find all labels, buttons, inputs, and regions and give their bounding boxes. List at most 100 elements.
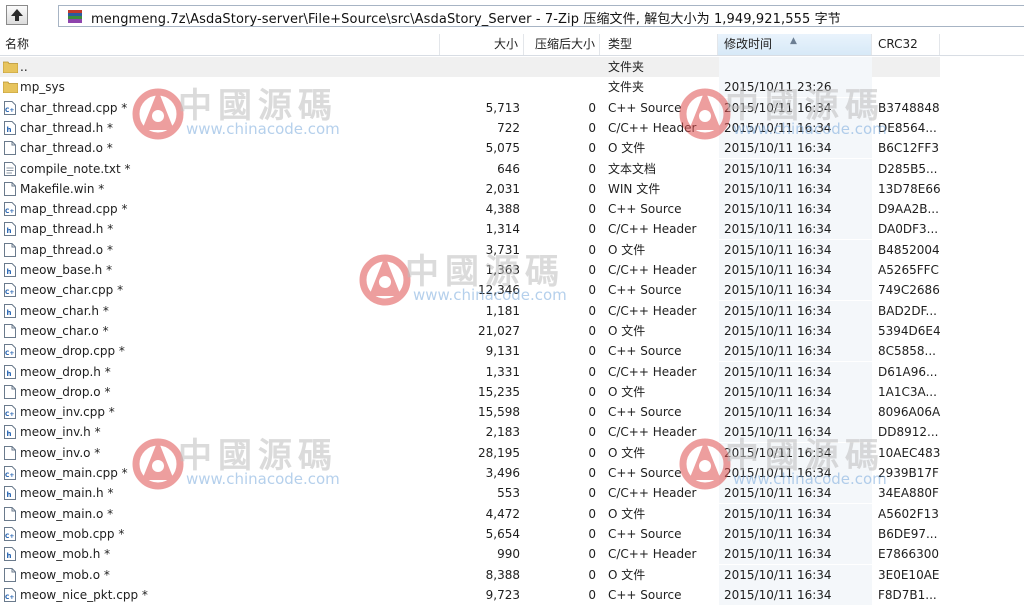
svg-text:C+: C+ [5,107,14,114]
file-packed-size: 0 [588,222,596,237]
file-size: 1,314 [485,222,520,237]
file-size: 9,723 [485,587,520,602]
file-name: meow_char.cpp * [20,283,124,298]
file-crc: DD8912... [878,425,939,440]
file-row[interactable]: meow_main.o * 4,472 0 O 文件 2015/10/11 16:34 A… [0,503,940,524]
file-row[interactable]: .. 文件夹 [0,57,940,77]
file-row[interactable]: C+ meow_char.cpp * 12,346 0 C++ Source 2015/1… [0,280,940,301]
file-row[interactable]: h meow_mob.h * 990 0 C/C++ Header 2015/10/11 … [0,544,940,565]
file-row[interactable]: char_thread.o * 5,075 0 O 文件 2015/10/11 16:3… [0,138,940,159]
column-size[interactable]: 大小 [440,34,524,55]
file-row[interactable]: C+ map_thread.cpp * 4,388 0 C++ Source 2015/1… [0,199,940,220]
file-size: 9,131 [485,344,520,359]
file-size: 553 [497,486,520,501]
file-size: 3,731 [485,242,520,257]
column-modified[interactable]: ▲ 修改时间 [718,34,872,55]
file-modified: 2015/10/11 16:34 [719,523,872,544]
file-packed-size: 0 [588,425,596,440]
file-size: 12,346 [478,283,520,298]
file-type: C/C++ Header [608,547,697,562]
column-type[interactable]: 类型 [600,34,718,55]
svg-text:h: h [7,126,12,134]
file-row[interactable]: mp_sys 文件夹 2015/10/11 23:26 [0,77,940,98]
file-size: 5,654 [485,526,520,541]
up-folder-button[interactable] [6,5,28,25]
file-name: meow_mob.h * [20,547,111,562]
file-row[interactable]: h map_thread.h * 1,314 0 C/C++ Header 2015/10… [0,219,940,240]
column-header: 名称 大小 压缩后大小 类型 ▲ 修改时间 CRC32 [0,34,1024,56]
file-row[interactable]: C+ meow_nice_pkt.cpp * 9,723 0 C++ Source 201… [0,584,940,605]
file-name: meow_mob.o * [20,567,110,582]
file-type: C/C++ Header [608,425,697,440]
file-name: map_thread.cpp * [20,202,128,217]
file-crc: A5602F13 [878,506,939,521]
file-size: 4,472 [485,506,520,521]
file-type: 文件夹 [608,60,645,74]
file-row[interactable]: meow_drop.o * 15,235 0 O 文件 2015/10/11 16:34… [0,381,940,402]
file-name: Makefile.win * [20,181,105,196]
file-modified: 2015/10/11 16:34 [719,138,872,159]
file-type: C++ Source [608,526,682,541]
file-type: C++ Source [608,100,682,115]
file-packed-size: 0 [588,181,596,196]
file-type: C++ Source [608,405,682,420]
file-row[interactable]: h meow_char.h * 1,181 0 C/C++ Header 2015/10/… [0,300,940,321]
file-modified: 2015/10/11 16:34 [719,178,872,199]
file-modified: 2015/10/11 16:34 [719,544,872,565]
column-packed-label: 压缩后大小 [534,37,595,51]
file-row[interactable]: C+ char_thread.cpp * 5,713 0 C++ Source 2015/… [0,97,940,118]
file-name: meow_drop.h * [20,364,111,379]
file-packed-size: 0 [588,141,596,156]
file-modified: 2015/10/11 16:34 [719,584,872,605]
file-crc: DE8564... [878,120,937,135]
svg-text:h: h [7,491,12,499]
svg-text:h: h [7,370,12,378]
file-row[interactable]: meow_inv.o * 28,195 0 O 文件 2015/10/11 16:34 1… [0,442,940,463]
file-row[interactable]: C+ meow_drop.cpp * 9,131 0 C++ Source 2015/10… [0,341,940,362]
file-packed-size: 0 [588,263,596,277]
path-field[interactable]: mengmeng.7z\AsdaStory-server\File+Source… [58,5,1024,27]
column-packed-size[interactable]: 压缩后大小 [524,34,600,55]
file-crc: B6C12FF3 [878,141,939,156]
file-name: char_thread.h * [20,120,114,135]
file-row[interactable]: compile_note.txt * 646 0 文本文档 2015/10/11 16:… [0,158,940,179]
file-row[interactable]: h meow_inv.h * 2,183 0 C/C++ Header 2015/10/1… [0,422,940,443]
column-crc[interactable]: CRC32 [872,34,940,55]
file-size: 5,075 [485,141,520,156]
file-modified: 2015/10/11 16:34 [719,320,872,341]
svg-text:C+: C+ [5,411,14,418]
file-size: 4,388 [485,202,520,217]
file-crc: 2939B17F [878,466,939,480]
file-size: 15,598 [478,405,520,420]
file-name: meow_main.o * [20,506,114,521]
file-size [440,57,520,77]
path-text: mengmeng.7z\AsdaStory-server\File+Source… [91,12,841,27]
file-row[interactable]: C+ meow_inv.cpp * 15,598 0 C++ Source 2015/10… [0,402,940,423]
file-packed-size: 0 [588,100,596,115]
svg-text:h: h [7,430,12,438]
file-row[interactable]: map_thread.o * 3,731 0 O 文件 2015/10/11 16:34… [0,239,940,260]
column-name[interactable]: 名称 [0,34,440,55]
svg-text:C+: C+ [5,350,14,357]
file-row[interactable]: h meow_base.h * 1,363 0 C/C++ Header 2015/10/… [0,260,940,280]
file-row[interactable]: h meow_drop.h * 1,331 0 C/C++ Header 2015/10/… [0,361,940,382]
file-packed-size: 0 [588,303,596,318]
file-row[interactable]: meow_mob.o * 8,388 0 O 文件 2015/10/11 16:34 3E… [0,564,940,585]
file-row[interactable]: h meow_main.h * 553 0 C/C++ Header 2015/10/11… [0,483,940,504]
column-name-label: 名称 [5,37,30,51]
file-packed-size: 0 [588,587,596,602]
svg-text:h: h [7,309,12,317]
file-row[interactable]: h char_thread.h * 722 0 C/C++ Header 2015/10/… [0,117,940,138]
file-size: 1,331 [485,364,520,379]
file-name: meow_mob.cpp * [20,526,125,541]
file-crc: E7866300 [878,547,940,562]
file-row[interactable]: meow_char.o * 21,027 0 O 文件 2015/10/11 16:34… [0,320,941,341]
file-row[interactable]: Makefile.win * 2,031 0 WIN 文件 2015/10/11 16:… [0,178,941,199]
file-modified: 2015/10/11 16:34 [719,199,872,220]
file-type: C/C++ Header [608,364,697,379]
file-row[interactable]: C+ meow_main.cpp * 3,496 0 C++ Source 2015/10… [0,463,940,483]
file-name: map_thread.h * [20,222,114,237]
file-row[interactable]: C+ meow_mob.cpp * 5,654 0 C++ Source 2015/10/… [0,523,940,544]
svg-text:h: h [7,268,12,276]
file-packed-size: 0 [588,466,596,480]
